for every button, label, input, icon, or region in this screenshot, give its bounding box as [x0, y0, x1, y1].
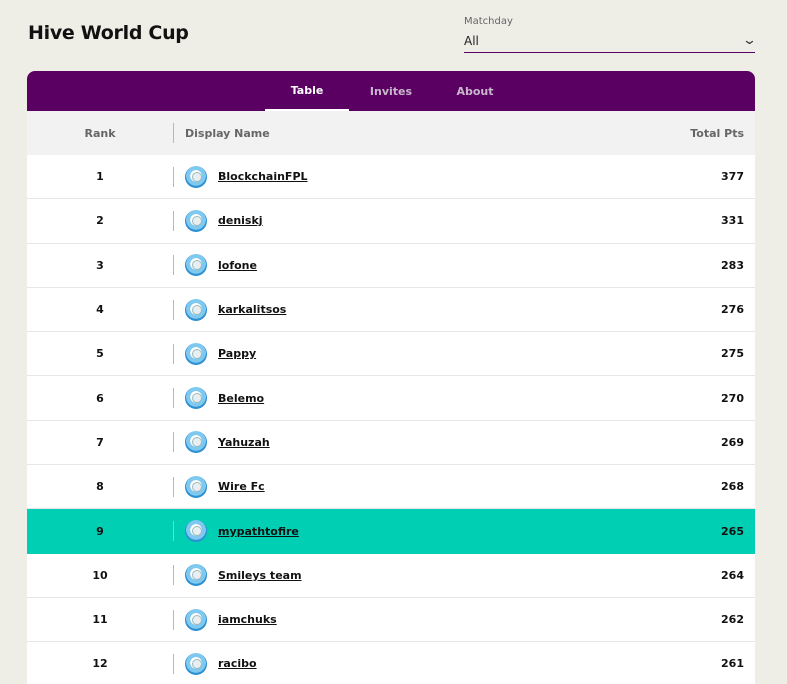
page-title: Hive World Cup — [28, 22, 189, 44]
matchday-label: Matchday — [464, 16, 513, 27]
user-avatar-icon — [185, 298, 207, 321]
row-display-name: Pappy — [174, 342, 624, 365]
row-total-pts: 331 — [721, 214, 744, 228]
row-rank: 12 — [92, 657, 108, 671]
row-display-name: deniskj — [174, 209, 624, 232]
matchday-dropdown[interactable]: Matchday All ⌄ — [464, 16, 757, 53]
row-rank: 4 — [96, 303, 104, 317]
user-avatar-icon — [185, 520, 207, 543]
team-name-link[interactable]: Belemo — [218, 392, 264, 405]
table-row[interactable]: 5 Pappy 275 — [27, 332, 755, 377]
table-row[interactable]: 7 Yahuzah 269 — [27, 421, 755, 466]
tab-about[interactable]: About — [433, 71, 517, 111]
team-name-link[interactable]: iamchuks — [218, 613, 277, 626]
team-name-link[interactable]: Pappy — [218, 347, 256, 360]
user-avatar-icon — [185, 652, 207, 675]
team-name-link[interactable]: BlockchainFPL — [218, 170, 308, 183]
matchday-value: All — [464, 33, 479, 48]
row-total-pts: 269 — [721, 435, 744, 449]
matchday-select[interactable]: All ⌄ — [464, 33, 757, 53]
table-row[interactable]: 2 deniskj 331 — [27, 199, 755, 244]
row-rank: 2 — [96, 214, 104, 228]
team-name-link[interactable]: karkalitsos — [218, 303, 286, 316]
row-display-name: Belemo — [174, 387, 624, 410]
table-row[interactable]: 4 karkalitsos 276 — [27, 288, 755, 333]
row-rank: 6 — [96, 391, 104, 405]
row-display-name: racibo — [174, 652, 624, 675]
tab-invites[interactable]: Invites — [349, 71, 433, 111]
row-rank: 11 — [92, 613, 108, 627]
row-total-pts: 275 — [721, 347, 744, 361]
tab-bar: Table Invites About — [27, 71, 755, 111]
table-row[interactable]: 10 Smileys team 264 — [27, 554, 755, 598]
team-name-link[interactable]: Wire Fc — [218, 480, 265, 493]
team-name-link[interactable]: lofone — [218, 259, 257, 272]
team-name-link[interactable]: Yahuzah — [218, 436, 270, 449]
user-avatar-icon — [185, 254, 207, 277]
row-rank: 7 — [96, 435, 104, 449]
chevron-down-icon[interactable]: ⌄ — [742, 33, 757, 48]
table-row[interactable]: 1 BlockchainFPL 377 — [27, 155, 755, 200]
row-display-name: Wire Fc — [174, 475, 624, 498]
team-name-link[interactable]: Smileys team — [218, 569, 302, 582]
tab-table[interactable]: Table — [265, 71, 349, 111]
row-display-name: mypathtofire — [174, 520, 624, 543]
row-rank: 5 — [96, 347, 104, 361]
table-row[interactable]: 11 iamchuks 262 — [27, 598, 755, 643]
row-display-name: iamchuks — [174, 608, 624, 631]
user-avatar-icon — [185, 431, 207, 454]
header-rank[interactable]: Rank — [27, 127, 173, 140]
row-total-pts: 265 — [721, 524, 744, 538]
user-avatar-icon — [185, 342, 207, 365]
row-total-pts: 276 — [721, 303, 744, 317]
user-avatar-icon — [185, 475, 207, 498]
table-row[interactable]: 12 racibo 261 — [27, 642, 755, 684]
table-row[interactable]: 6 Belemo 270 — [27, 376, 755, 421]
header-display-name: Display Name — [185, 126, 270, 140]
team-name-link[interactable]: deniskj — [218, 214, 263, 227]
user-avatar-icon — [185, 608, 207, 631]
row-total-pts: 261 — [721, 657, 744, 671]
row-total-pts: 262 — [721, 613, 744, 627]
row-total-pts: 268 — [721, 480, 744, 494]
standings-table-body: 1 BlockchainFPL 377 2 deniskj 331 3 lofone 283 4 k… — [27, 155, 755, 684]
league-panel: Table Invites About Rank Display Name To… — [27, 71, 755, 684]
row-rank: 9 — [96, 524, 104, 538]
user-avatar-icon — [185, 387, 207, 410]
team-name-link[interactable]: racibo — [218, 657, 257, 670]
row-display-name: BlockchainFPL — [174, 165, 624, 188]
user-avatar-icon — [185, 165, 207, 188]
row-total-pts: 270 — [721, 391, 744, 405]
header-total-pts[interactable]: Total Pts — [624, 127, 755, 140]
table-header: Rank Display Name Total Pts — [27, 111, 755, 155]
row-display-name: karkalitsos — [174, 298, 624, 321]
row-total-pts: 264 — [721, 568, 744, 582]
table-row[interactable]: 3 lofone 283 — [27, 244, 755, 288]
row-rank: 10 — [92, 568, 108, 582]
row-rank: 8 — [96, 480, 104, 494]
user-avatar-icon — [185, 209, 207, 232]
row-total-pts: 377 — [721, 170, 744, 184]
row-total-pts: 283 — [721, 258, 744, 272]
row-rank: 1 — [96, 170, 104, 184]
row-display-name: Yahuzah — [174, 431, 624, 454]
user-avatar-icon — [185, 564, 207, 587]
row-display-name: Smileys team — [174, 564, 624, 587]
table-row[interactable]: 8 Wire Fc 268 — [27, 465, 755, 510]
team-name-link[interactable]: mypathtofire — [218, 525, 299, 538]
table-row[interactable]: 9 mypathtofire 265 — [27, 509, 755, 554]
row-display-name: lofone — [174, 254, 624, 277]
row-rank: 3 — [96, 258, 104, 272]
